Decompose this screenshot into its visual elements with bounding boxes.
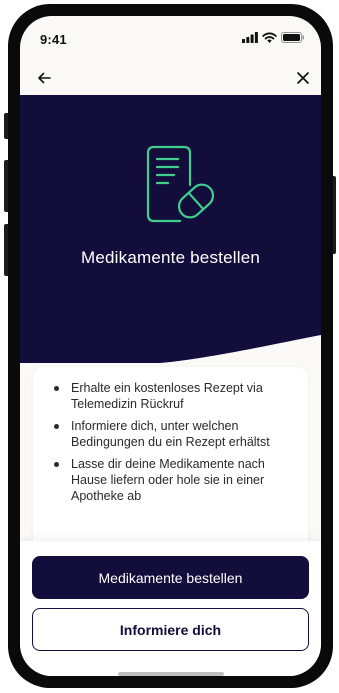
nav-bar	[20, 64, 321, 94]
battery-icon	[281, 32, 304, 43]
phone-frame: 9:41 Medikamente bestellen Erhalte ein k…	[8, 4, 333, 688]
status-icons	[242, 32, 305, 43]
screen: 9:41 Medikamente bestellen Erhalte ein k…	[20, 16, 321, 676]
benefit-item: Lasse dir deine Medikamente nach Hause l…	[54, 456, 296, 504]
status-bar: 9:41	[20, 16, 321, 56]
action-footer: Medikamente bestellen Informiere dich	[20, 541, 321, 676]
arrow-left-icon	[38, 72, 51, 84]
order-medication-button[interactable]: Medikamente bestellen	[32, 556, 309, 599]
learn-more-button[interactable]: Informiere dich	[32, 608, 309, 651]
hero-title: Medikamente bestellen	[80, 248, 261, 267]
back-button[interactable]	[30, 64, 58, 92]
status-time: 9:41	[40, 32, 67, 47]
home-indicator	[118, 672, 224, 676]
benefits-card: Erhalte ein kostenloses Rezept via Telem…	[33, 367, 308, 567]
close-icon	[297, 72, 309, 84]
hero-banner: Medikamente bestellen	[20, 95, 321, 363]
prescription-pill-icon	[146, 145, 215, 223]
hero-wave-divider	[20, 335, 321, 363]
benefit-item: Erhalte ein kostenloses Rezept via Telem…	[54, 380, 296, 412]
close-button[interactable]	[289, 64, 317, 92]
benefits-list: Erhalte ein kostenloses Rezept via Telem…	[33, 367, 308, 504]
wifi-icon	[262, 32, 277, 43]
signal-icon	[242, 32, 258, 43]
benefit-item: Informiere dich, unter welchen Bedingung…	[54, 418, 296, 450]
